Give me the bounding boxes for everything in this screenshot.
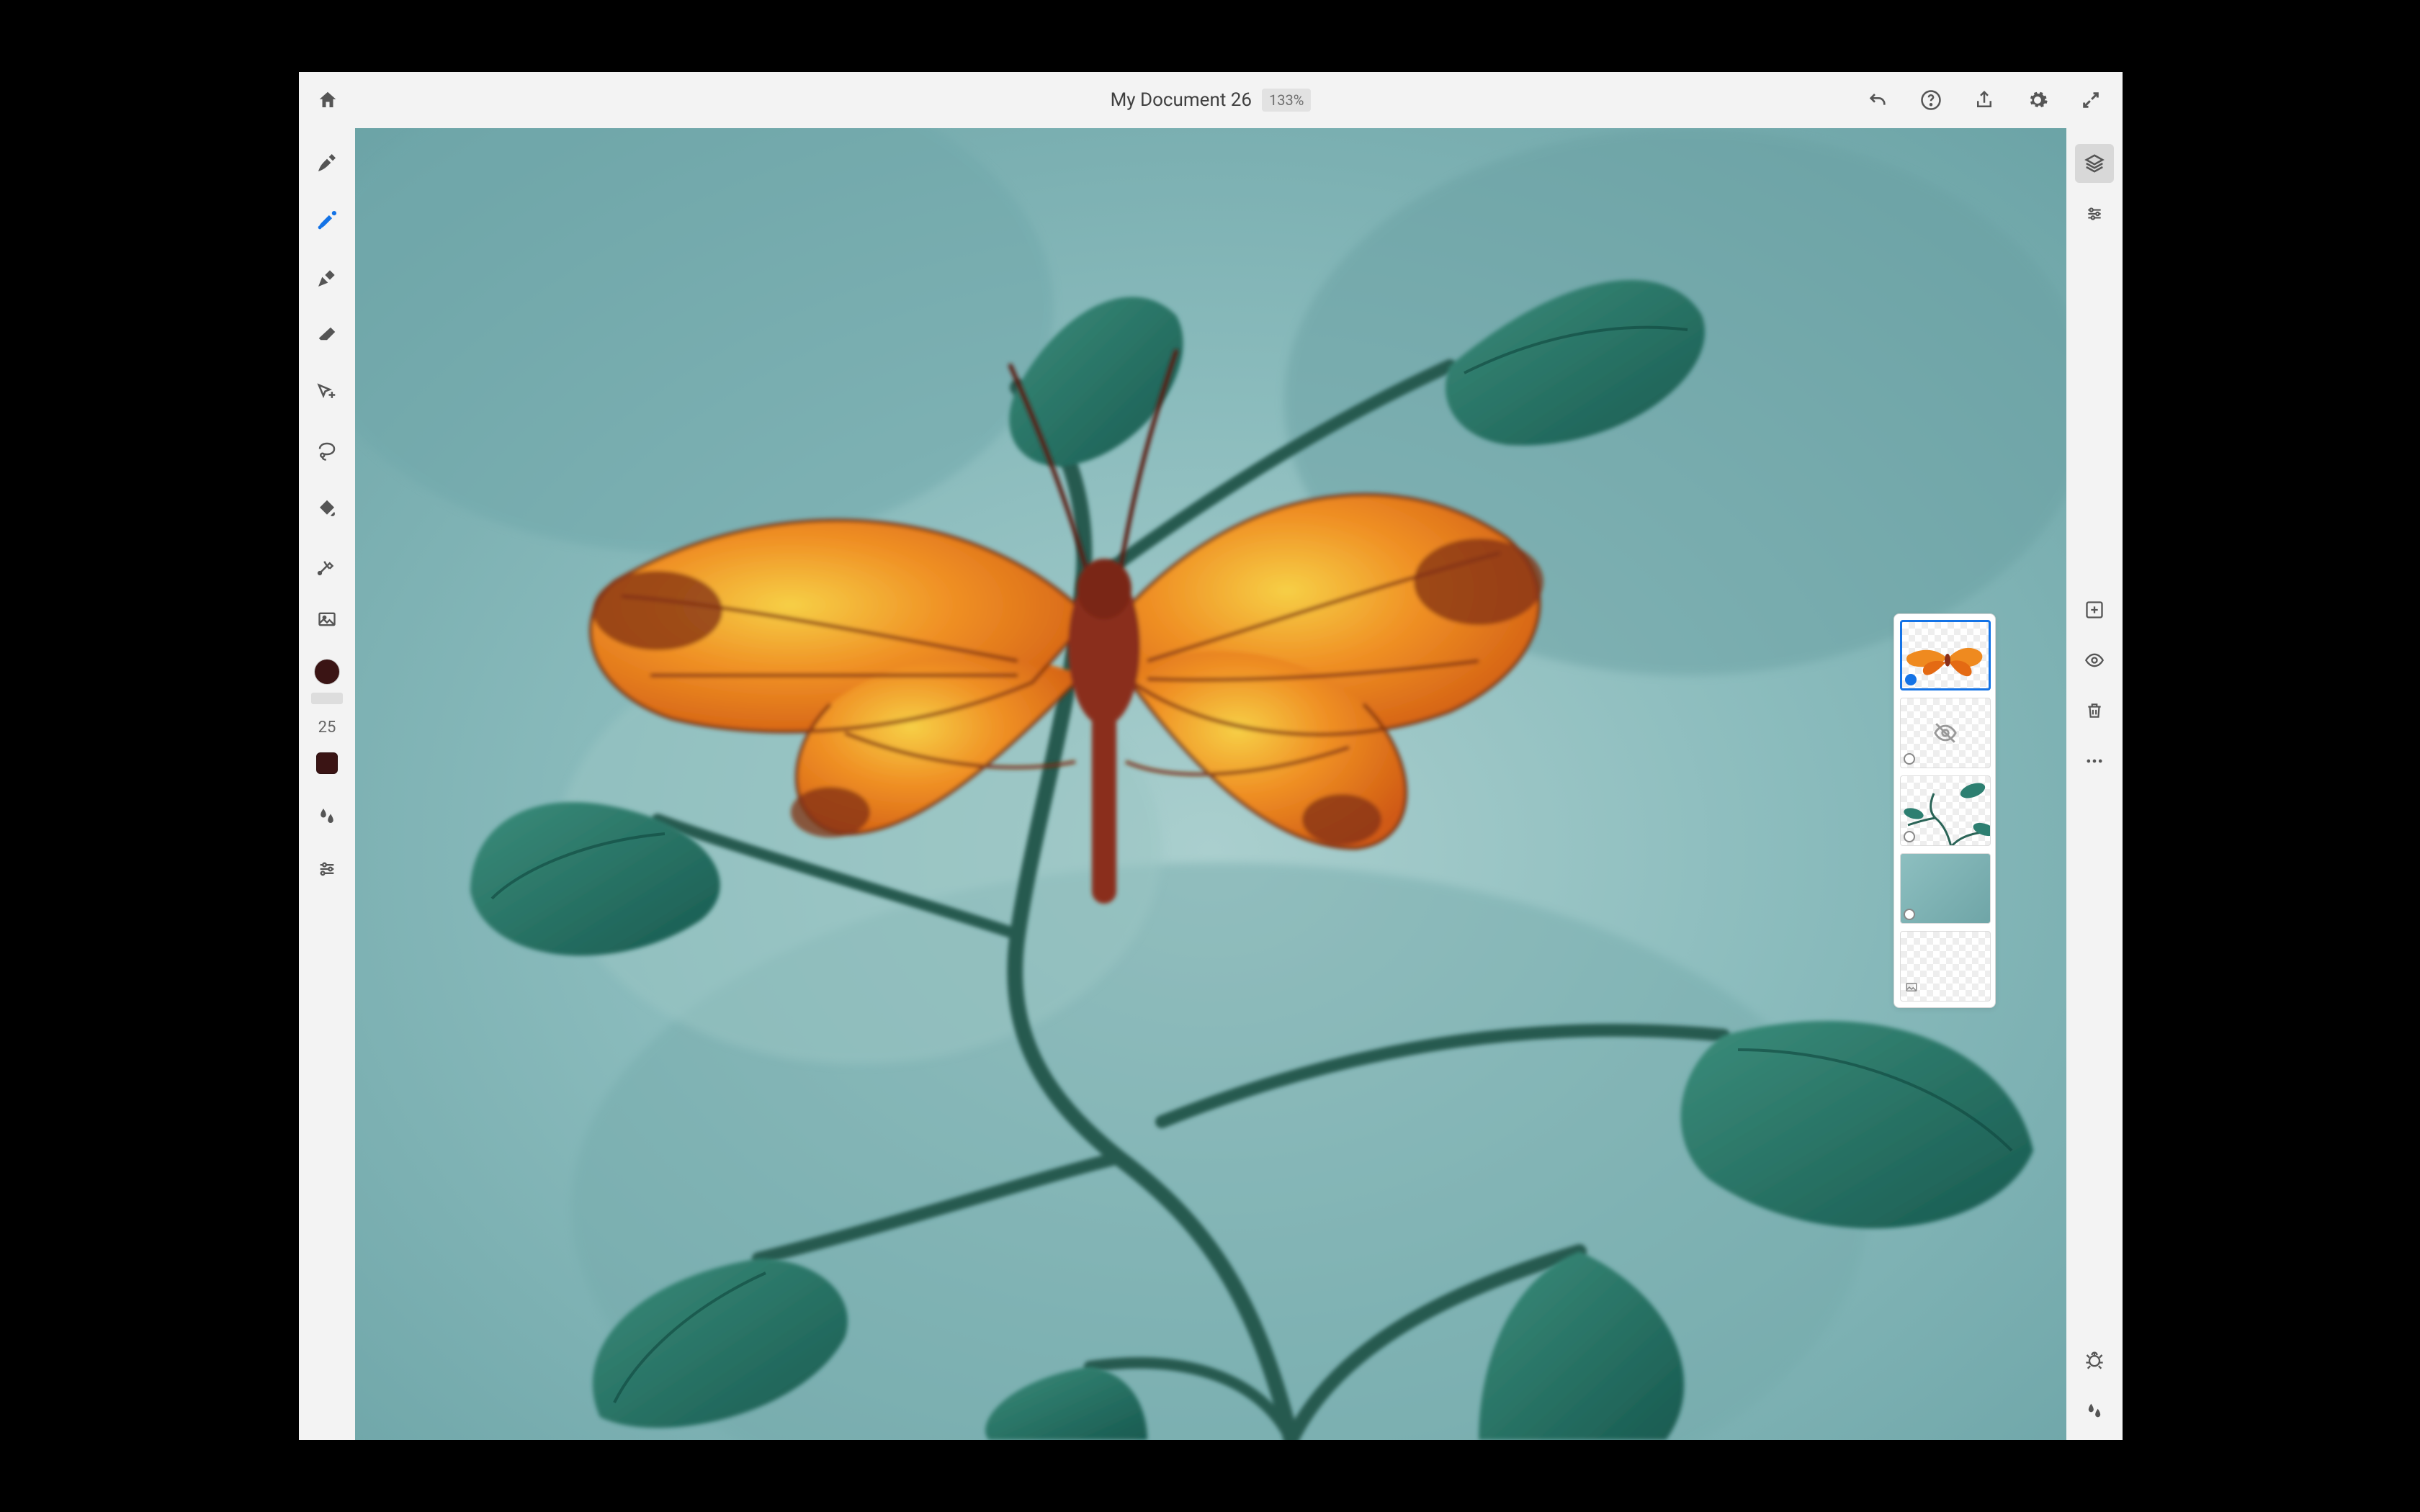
header-bar: My Document 26 133%	[299, 72, 2123, 128]
layers-panel-button[interactable]	[2075, 144, 2114, 183]
eyedropper-icon	[316, 555, 338, 577]
brush-settings-button[interactable]	[305, 847, 349, 891]
pixel-brush-icon	[315, 151, 339, 174]
vector-brush-icon	[315, 266, 339, 289]
plus-square-icon	[2084, 600, 2105, 620]
layer-select-dot	[1905, 674, 1917, 685]
gear-icon	[2027, 89, 2048, 111]
eraser-tool[interactable]	[305, 314, 349, 357]
trash-icon	[2085, 701, 2104, 720]
water-drops-icon	[316, 805, 338, 827]
layer-thumb-paper[interactable]	[1900, 931, 1991, 1002]
layer-thumb-butterfly[interactable]	[1900, 620, 1991, 690]
more-horizontal-icon	[2084, 751, 2105, 771]
layer-thumb-hidden[interactable]	[1900, 698, 1991, 768]
brush-size-handle[interactable]	[311, 693, 343, 704]
app-window: My Document 26 133%	[299, 72, 2123, 1440]
app-body: 25	[299, 128, 2123, 1440]
lasso-icon	[316, 440, 338, 462]
primary-color-swatch[interactable]	[315, 660, 339, 684]
watercolor-brush-icon	[315, 208, 339, 233]
layer-select-dot	[1904, 909, 1915, 920]
help-icon	[1920, 89, 1942, 111]
layer-visibility-button[interactable]	[2075, 641, 2114, 680]
layer-select-dot	[1904, 831, 1915, 842]
brush-size-value: 25	[308, 719, 346, 737]
delete-layer-button[interactable]	[2075, 691, 2114, 730]
debug-button[interactable]	[2075, 1341, 2114, 1380]
tool-rail: 25	[299, 128, 355, 1440]
layers-panel	[1894, 613, 1996, 1008]
selection-tool[interactable]	[305, 429, 349, 472]
share-button[interactable]	[1970, 86, 1999, 114]
layer-properties-button[interactable]	[2075, 194, 2114, 233]
fullscreen-button[interactable]	[2076, 86, 2105, 114]
image-icon	[317, 609, 337, 629]
transform-icon	[316, 382, 338, 404]
document-title[interactable]: My Document 26	[1111, 89, 1252, 111]
transform-tool[interactable]	[305, 372, 349, 415]
home-icon	[317, 89, 339, 111]
layer-select-dot	[1904, 753, 1915, 765]
layer-thumb-plant[interactable]	[1900, 775, 1991, 846]
brush-size-control[interactable]: 25	[308, 693, 346, 737]
eraser-icon	[316, 325, 338, 346]
more-options-button[interactable]	[2075, 742, 2114, 780]
home-button[interactable]	[308, 80, 348, 120]
add-layer-button[interactable]	[2075, 590, 2114, 629]
expand-icon	[2081, 90, 2101, 110]
layers-icon	[2084, 153, 2105, 174]
image-badge-icon	[1905, 981, 1918, 996]
vector-brush-tool[interactable]	[305, 256, 349, 300]
settings-button[interactable]	[2023, 86, 2052, 114]
eyedropper-tool[interactable]	[305, 544, 349, 588]
water-drops-icon	[2084, 1400, 2105, 1421]
undo-icon	[1866, 89, 1889, 112]
zoom-badge[interactable]: 133%	[1262, 89, 1311, 112]
share-icon	[1973, 89, 1995, 111]
water-tool[interactable]	[305, 794, 349, 837]
layer-thumb-background[interactable]	[1900, 853, 1991, 924]
pixel-brush-tool[interactable]	[305, 141, 349, 184]
place-image-button[interactable]	[305, 598, 349, 641]
watercolor-brush-tool[interactable]	[305, 199, 349, 242]
bug-icon	[2084, 1350, 2105, 1370]
help-button[interactable]	[1917, 86, 1945, 114]
sliders-icon	[2085, 204, 2104, 223]
dry-layer-button[interactable]	[2075, 1391, 2114, 1430]
bucket-icon	[316, 498, 338, 519]
canvas-area[interactable]	[355, 128, 2066, 1440]
right-rail	[2066, 128, 2123, 1440]
fill-tool[interactable]	[305, 487, 349, 530]
undo-button[interactable]	[1863, 86, 1892, 114]
eye-icon	[2084, 650, 2105, 670]
artwork-canvas	[355, 128, 2066, 1440]
sliders-icon	[317, 859, 337, 879]
secondary-color-swatch[interactable]	[316, 752, 338, 774]
